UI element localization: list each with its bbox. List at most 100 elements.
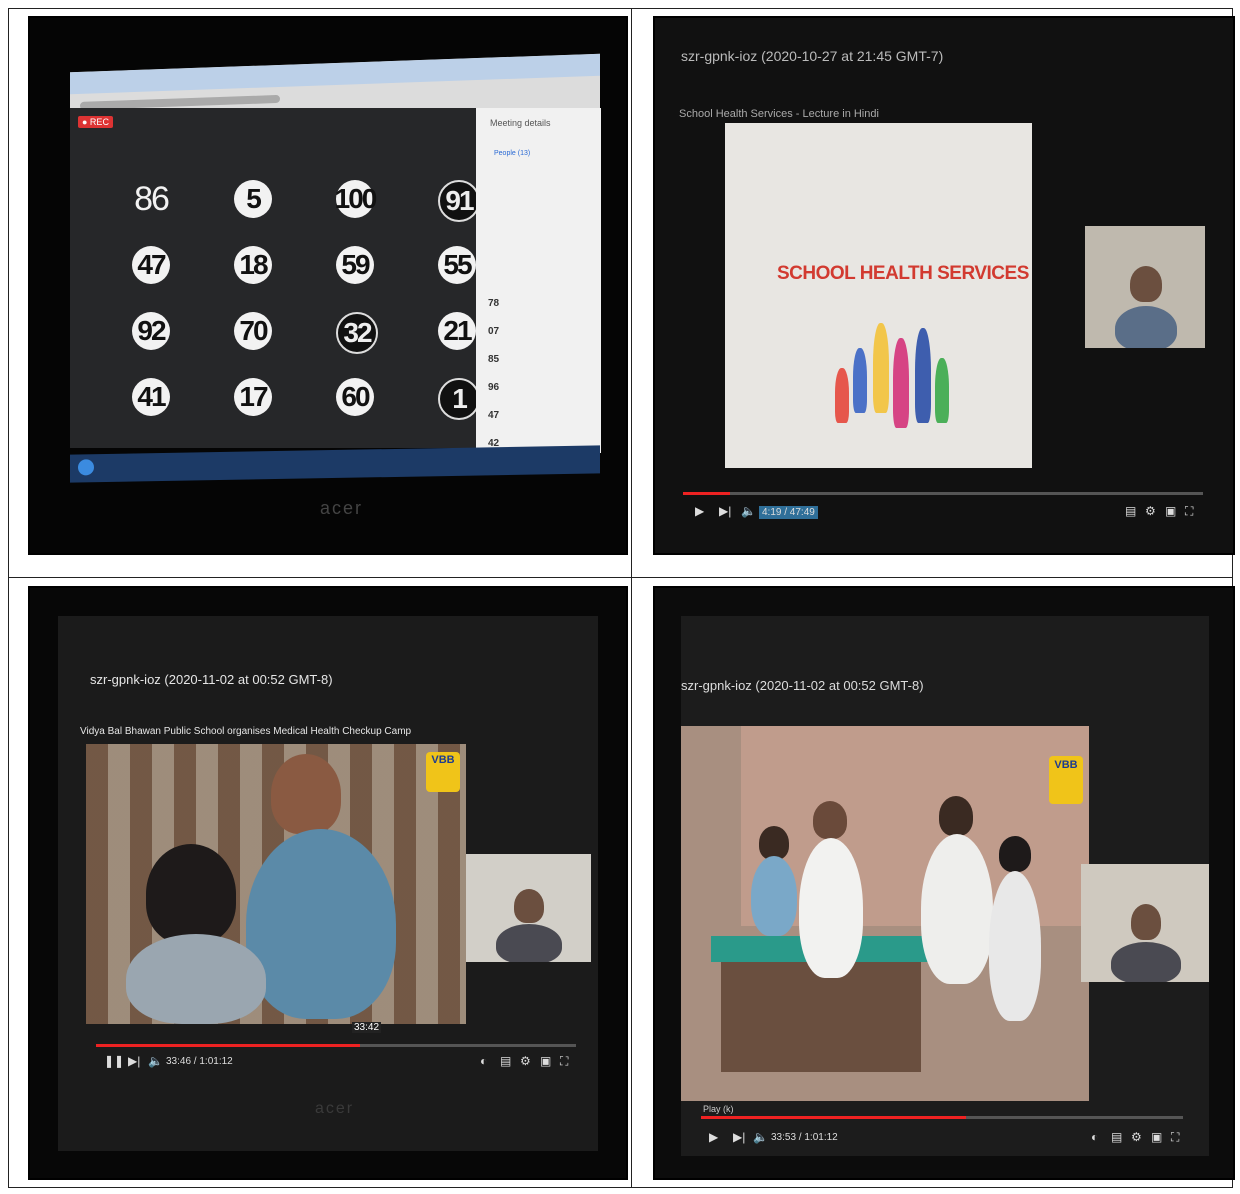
video-subtitle: Vidya Bal Bhawan Public School organises… bbox=[80, 726, 412, 737]
miniplayer-icon[interactable]: ▣ bbox=[1151, 1130, 1162, 1144]
monitor-screen: szr-gpnk-ioz (2020-11-02 at 00:52 GMT-8)… bbox=[58, 616, 598, 1151]
participant-tile-21[interactable]: 21 bbox=[438, 312, 476, 350]
time-display: 33:53 / 1:01:12 bbox=[771, 1132, 838, 1143]
participant-tile-60[interactable]: 60 bbox=[336, 378, 374, 416]
school-logo: VBB bbox=[426, 752, 460, 792]
doctor-head bbox=[271, 754, 341, 834]
rec-badge: ● REC bbox=[78, 116, 113, 128]
table-legs bbox=[721, 962, 921, 1072]
photo-health-slide: szr-gpnk-ioz (2020-10-27 at 21:45 GMT-7)… bbox=[655, 18, 1233, 553]
next-icon[interactable]: ▶| bbox=[719, 504, 731, 518]
subtitles-icon[interactable]: ▤ bbox=[500, 1054, 511, 1068]
participant-tile-55[interactable]: 55 bbox=[438, 246, 476, 284]
photo-medical-checkup: szr-gpnk-ioz (2020-11-02 at 00:52 GMT-8)… bbox=[30, 588, 626, 1178]
table-divider-vertical bbox=[631, 9, 632, 1187]
participant-tile-92[interactable]: 92 bbox=[132, 312, 170, 350]
presenter-body bbox=[1115, 306, 1177, 348]
presenter-camera bbox=[1085, 226, 1205, 348]
participant-list-item[interactable]: 96 bbox=[488, 382, 499, 393]
participant-list-item[interactable]: 47 bbox=[488, 410, 499, 421]
participant-tile-18[interactable]: 18 bbox=[234, 246, 272, 284]
settings-icon[interactable]: ⚙ bbox=[1131, 1130, 1142, 1144]
monitor-brand: acer bbox=[315, 1100, 355, 1117]
presenter-camera bbox=[466, 854, 591, 962]
slide-heading: SCHOOL HEALTH SERVICES bbox=[777, 263, 1029, 284]
fullscreen-icon[interactable]: ⛶ bbox=[1185, 504, 1193, 519]
girl-head bbox=[759, 826, 789, 860]
time-display: 4:19 / 47:49 bbox=[759, 506, 818, 519]
time-display: 33:46 / 1:01:12 bbox=[166, 1056, 233, 1067]
participant-tile-17[interactable]: 17 bbox=[234, 378, 272, 416]
volume-icon[interactable]: 🔈 bbox=[741, 504, 756, 518]
doctor-body bbox=[921, 834, 993, 984]
presenter-head bbox=[514, 889, 544, 923]
hover-time: 33:42 bbox=[352, 1022, 382, 1033]
volume-icon[interactable]: 🔈 bbox=[753, 1130, 768, 1144]
participant-tile-1[interactable]: 1 bbox=[438, 378, 480, 420]
child-body bbox=[126, 934, 266, 1024]
participant-list-item[interactable]: 78 bbox=[488, 298, 499, 309]
participant-tile-59[interactable]: 59 bbox=[336, 246, 374, 284]
meeting-details-panel: Meeting details People (13) 78 07 85 96 47 42 bbox=[476, 108, 601, 453]
participant-list-item[interactable]: 85 bbox=[488, 354, 499, 365]
recording-title: szr-gpnk-ioz (2020-11-02 at 00:52 GMT-8) bbox=[681, 678, 924, 693]
play-icon[interactable]: ▶ bbox=[695, 504, 704, 518]
participant-tile-5[interactable]: 5 bbox=[234, 180, 272, 218]
participant-list-item[interactable]: 07 bbox=[488, 326, 499, 337]
video-subtitle: School Health Services - Lecture in Hind… bbox=[679, 108, 879, 120]
progress-track[interactable] bbox=[683, 492, 1203, 495]
recording-title: szr-gpnk-ioz (2020-10-27 at 21:45 GMT-7) bbox=[681, 48, 944, 64]
settings-icon[interactable]: ⚙ bbox=[520, 1054, 531, 1068]
fullscreen-icon[interactable]: ⛶ bbox=[560, 1054, 568, 1069]
child-head bbox=[146, 844, 236, 944]
boy-body bbox=[989, 871, 1041, 1021]
start-button-icon[interactable] bbox=[78, 459, 94, 476]
volume-icon[interactable]: 🔈 bbox=[148, 1054, 163, 1068]
participant-tile-91[interactable]: 91 bbox=[438, 180, 480, 222]
autoplay-toggle-icon[interactable]: ◐ bbox=[480, 1054, 487, 1068]
meeting-details-heading: Meeting details bbox=[490, 118, 551, 128]
monitor-brand: acer bbox=[320, 498, 364, 518]
presenter-head bbox=[1131, 904, 1161, 940]
progress-played bbox=[683, 492, 730, 495]
monitor-screen: szr-gpnk-ioz (2020-11-02 at 00:52 GMT-8)… bbox=[681, 616, 1209, 1156]
participant-tile-86[interactable]: 86 bbox=[132, 180, 170, 218]
play-tooltip: Play (k) bbox=[703, 1104, 734, 1114]
next-icon[interactable]: ▶| bbox=[733, 1130, 745, 1144]
fullscreen-icon[interactable]: ⛶ bbox=[1171, 1130, 1179, 1145]
play-icon[interactable]: ▶ bbox=[709, 1130, 718, 1144]
presenter-camera bbox=[1081, 864, 1209, 982]
autoplay-toggle-icon[interactable]: ◐ bbox=[1091, 1130, 1098, 1144]
browser-tab-strip bbox=[70, 53, 600, 95]
subtitles-icon[interactable]: ▤ bbox=[1125, 504, 1136, 518]
windows-taskbar bbox=[70, 445, 600, 483]
people-tab[interactable]: People (13) bbox=[494, 150, 530, 157]
participant-tile-32[interactable]: 32 bbox=[336, 312, 378, 354]
miniplayer-icon[interactable]: ▣ bbox=[540, 1054, 551, 1068]
subtitles-icon[interactable]: ▤ bbox=[1111, 1130, 1122, 1144]
participant-tile-47[interactable]: 47 bbox=[132, 246, 170, 284]
photo-meet-gallery: ● REC 86 5 100 91 47 18 59 55 92 70 32 21 41 17 60 1 Me… bbox=[30, 18, 626, 553]
presenter-head bbox=[1130, 266, 1162, 302]
participant-tile-100[interactable]: 100 bbox=[335, 180, 377, 218]
nurse-body bbox=[799, 838, 863, 978]
girl-body bbox=[751, 856, 797, 936]
participant-tile-70[interactable]: 70 bbox=[234, 312, 272, 350]
presenter-body bbox=[496, 924, 562, 962]
progress-played bbox=[96, 1044, 360, 1047]
doctor-head bbox=[939, 796, 973, 836]
recording-title: szr-gpnk-ioz (2020-11-02 at 00:52 GMT-8) bbox=[90, 672, 333, 687]
meet-stage: ● REC 86 5 100 91 47 18 59 55 92 70 32 21 41 17 60 1 bbox=[70, 108, 505, 448]
settings-icon[interactable]: ⚙ bbox=[1145, 504, 1156, 518]
table-divider-horizontal bbox=[9, 577, 1232, 578]
presenter-body bbox=[1111, 942, 1181, 982]
video-frame: VBB bbox=[86, 744, 466, 1024]
participant-tile-41[interactable]: 41 bbox=[132, 378, 170, 416]
boy-head bbox=[999, 836, 1031, 872]
progress-played bbox=[701, 1116, 966, 1119]
miniplayer-icon[interactable]: ▣ bbox=[1165, 504, 1176, 518]
school-logo: VBB bbox=[1049, 756, 1083, 804]
video-frame: VBB bbox=[681, 726, 1089, 1101]
pause-icon[interactable]: ❚❚ bbox=[104, 1054, 124, 1068]
next-icon[interactable]: ▶| bbox=[128, 1054, 140, 1068]
